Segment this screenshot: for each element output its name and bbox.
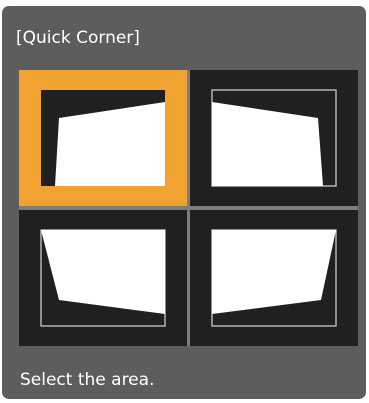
area-top-right[interactable] bbox=[190, 70, 358, 206]
top-left-keystone-icon bbox=[41, 90, 165, 186]
top-right-keystone-icon bbox=[211, 89, 337, 187]
area-bottom-right[interactable] bbox=[190, 210, 358, 346]
dialog-title: [Quick Corner] bbox=[16, 28, 140, 48]
bottom-left-keystone-icon bbox=[40, 229, 166, 327]
area-bottom-left[interactable] bbox=[19, 210, 187, 346]
bottom-right-keystone-icon bbox=[211, 229, 337, 327]
corner-area-grid bbox=[19, 70, 358, 346]
area-top-left[interactable] bbox=[19, 70, 187, 206]
instruction-text: Select the area. bbox=[20, 370, 155, 390]
quick-corner-dialog: [Quick Corner] Select the area. bbox=[2, 6, 366, 399]
